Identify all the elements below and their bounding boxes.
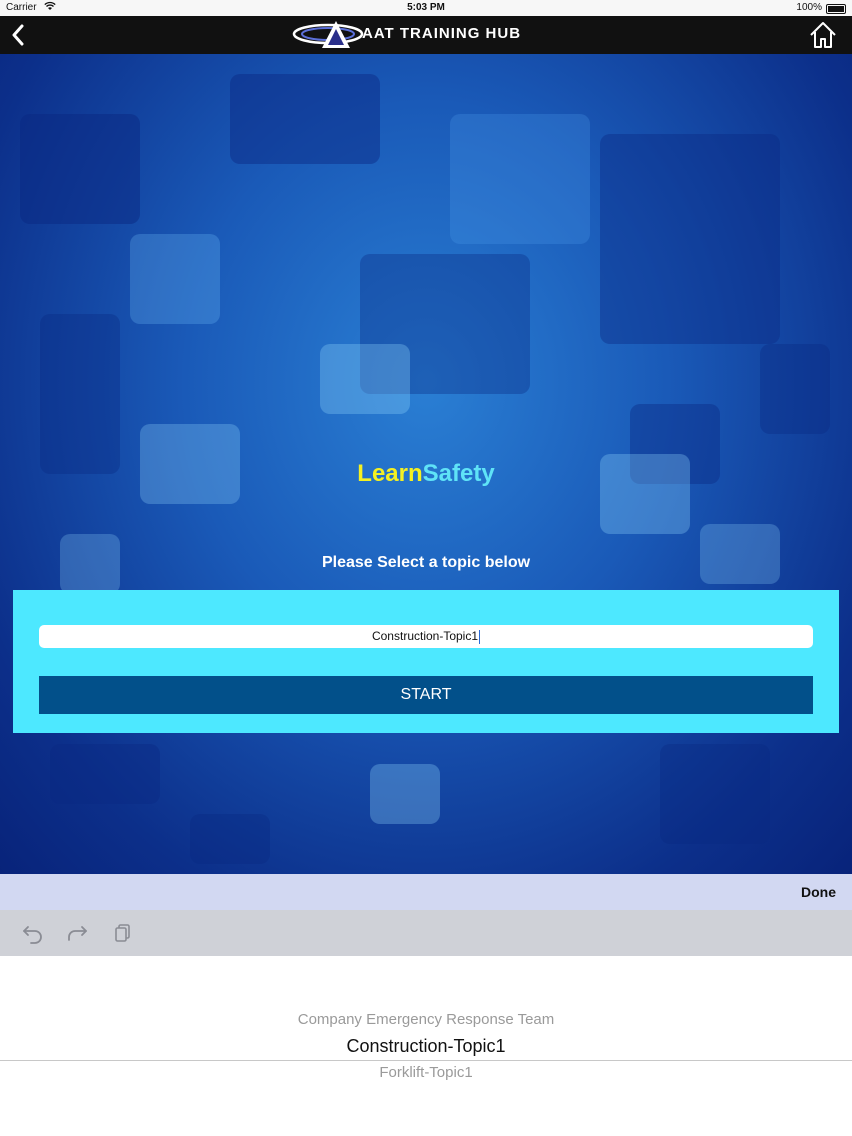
- paste-button[interactable]: [112, 922, 134, 944]
- undo-icon: [23, 926, 42, 944]
- keyboard-accessory-bar: Done: [0, 874, 852, 910]
- home-icon: [810, 22, 836, 48]
- picker-option[interactable]: Company Emergency Response Team: [0, 1011, 852, 1028]
- picker-option-selected[interactable]: Construction-Topic1: [0, 1036, 852, 1057]
- start-button[interactable]: START: [39, 676, 813, 714]
- topic-panel: Construction-Topic1 START: [13, 590, 839, 733]
- chevron-left-icon: [12, 24, 24, 46]
- text-caret: [479, 629, 481, 644]
- page-subtitle: Please Select a topic below: [321, 554, 531, 571]
- redo-button[interactable]: [66, 922, 88, 944]
- nav-bar: AAT TRAINING HUB: [0, 16, 852, 54]
- topic-input[interactable]: Construction-Topic1: [39, 625, 813, 648]
- edit-toolbar: [0, 910, 852, 956]
- back-button[interactable]: [6, 20, 30, 50]
- picker-divider: [0, 1060, 852, 1061]
- picker-option[interactable]: Forklift-Topic1: [0, 1064, 852, 1081]
- clipboard-icon: [115, 924, 130, 942]
- battery-icon: [826, 4, 846, 14]
- done-button[interactable]: Done: [801, 884, 836, 900]
- undo-button[interactable]: [22, 922, 44, 944]
- redo-icon: [68, 926, 87, 941]
- topic-picker[interactable]: Company Emergency Response Team Construc…: [0, 956, 852, 1136]
- title-learn: Learn: [357, 460, 423, 487]
- status-time: 5:03 PM: [407, 2, 445, 13]
- status-bar: Carrier 5:03 PM 100%: [0, 0, 852, 16]
- home-button[interactable]: [808, 20, 838, 50]
- logo-text: AAT TRAINING HUB: [362, 25, 522, 42]
- topic-value: Construction-Topic1: [371, 629, 479, 643]
- battery-percent: 100%: [796, 2, 822, 13]
- title-safety: Safety: [422, 460, 495, 487]
- page-title: LearnSafety: [0, 460, 852, 488]
